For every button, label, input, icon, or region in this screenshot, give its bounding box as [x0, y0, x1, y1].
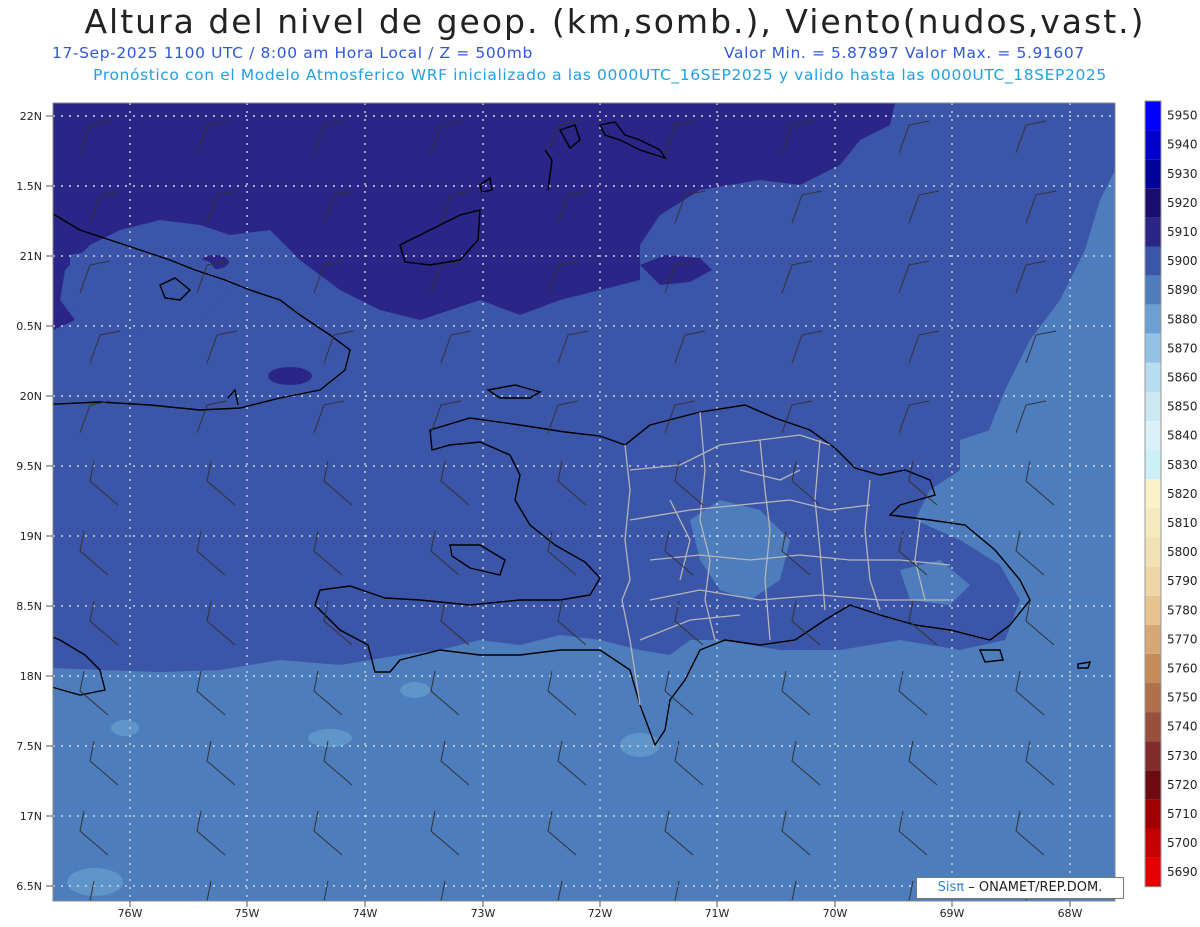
lat-label: 21N — [20, 250, 42, 263]
colorbar-label: 5720 — [1167, 778, 1198, 792]
colorbar-swatch — [1145, 828, 1161, 858]
colorbar-swatch — [1145, 333, 1161, 363]
lon-label: 71W — [705, 907, 730, 920]
colorbar-label: 5710 — [1167, 807, 1198, 821]
lat-label: 7.5N — [16, 740, 42, 753]
colorbar-label: 5880 — [1167, 312, 1198, 326]
colorbar: 5950 5940 5930 5920 5910 5900 5890 5880 5870 5860… — [1144, 100, 1198, 888]
lat-label: 1.5N — [16, 180, 42, 193]
colorbar-swatch — [1145, 566, 1161, 596]
forecast-map: 22N 1.5N 21N 0.5N 20N 9.5N 19N 8.5N 18N 7.5N 17N 6.… — [16, 100, 1198, 920]
colorbar-label: 5840 — [1167, 429, 1198, 443]
colorbar-label: 5750 — [1167, 691, 1198, 705]
lon-label: 72W — [588, 907, 613, 920]
colorbar-swatch — [1145, 188, 1161, 218]
lat-label: 17N — [20, 810, 42, 823]
lon-label: 76W — [118, 907, 143, 920]
colorbar-label: 5860 — [1167, 370, 1198, 384]
sis-logo-text: Sisπ — [937, 880, 965, 895]
longitude-labels: 76W 75W 74W 73W 72W 71W 70W 69W 68W — [118, 901, 1083, 920]
colorbar-swatch — [1145, 159, 1161, 189]
lat-label: 8.5N — [16, 600, 42, 613]
lat-label: 18N — [20, 670, 42, 683]
colorbar-label: 5900 — [1167, 254, 1198, 268]
colorbar-label: 5870 — [1167, 341, 1198, 355]
colorbar-swatch — [1145, 741, 1161, 771]
colorbar-label: 5910 — [1167, 225, 1198, 239]
credit-box: Sisπ – ONAMET/REP.DOM. — [916, 877, 1124, 899]
colorbar-label: 5850 — [1167, 400, 1198, 414]
colorbar-swatch — [1145, 101, 1161, 131]
colorbar-swatch — [1145, 624, 1161, 654]
colorbar-swatch — [1145, 450, 1161, 480]
credit-org: – ONAMET/REP.DOM. — [968, 880, 1103, 895]
lon-label: 69W — [940, 907, 965, 920]
lat-label: 19N — [20, 530, 42, 543]
colorbar-label: 5940 — [1167, 138, 1198, 152]
lat-label: 20N — [20, 390, 42, 403]
colorbar-swatch — [1145, 246, 1161, 276]
lat-label: 9.5N — [16, 460, 42, 473]
colorbar-label: 5780 — [1167, 603, 1198, 617]
colorbar-swatch — [1145, 508, 1161, 538]
colorbar-swatch — [1145, 857, 1161, 887]
lat-label: 6.5N — [16, 880, 42, 893]
lon-label: 75W — [235, 907, 260, 920]
colorbar-swatch — [1145, 537, 1161, 567]
lat-label: 0.5N — [16, 320, 42, 333]
colorbar-swatch — [1145, 392, 1161, 422]
colorbar-swatch — [1145, 799, 1161, 829]
colorbar-label: 5770 — [1167, 632, 1198, 646]
colorbar-swatch — [1145, 362, 1161, 392]
colorbar-label: 5730 — [1167, 749, 1198, 763]
colorbar-swatch — [1145, 770, 1161, 800]
colorbar-swatch — [1145, 217, 1161, 247]
colorbar-label: 5920 — [1167, 196, 1198, 210]
colorbar-label: 5890 — [1167, 283, 1198, 297]
colorbar-label: 5830 — [1167, 458, 1198, 472]
colorbar-swatch — [1145, 275, 1161, 305]
colorbar-label: 5740 — [1167, 720, 1198, 734]
colorbar-label: 5950 — [1167, 109, 1198, 123]
lon-label: 70W — [823, 907, 848, 920]
lon-label: 74W — [353, 907, 378, 920]
colorbar-swatch — [1145, 421, 1161, 451]
colorbar-label: 5800 — [1167, 545, 1198, 559]
colorbar-swatch — [1145, 653, 1161, 683]
colorbar-swatch — [1145, 595, 1161, 625]
lon-label: 73W — [471, 907, 496, 920]
colorbar-label: 5820 — [1167, 487, 1198, 501]
colorbar-swatch — [1145, 712, 1161, 742]
colorbar-label: 5760 — [1167, 661, 1198, 675]
colorbar-swatch — [1145, 130, 1161, 160]
colorbar-label: 5810 — [1167, 516, 1198, 530]
colorbar-swatch — [1145, 479, 1161, 509]
colorbar-label: 5790 — [1167, 574, 1198, 588]
colorbar-label: 5690 — [1167, 865, 1198, 879]
latitude-labels: 22N 1.5N 21N 0.5N 20N 9.5N 19N 8.5N 18N 7.5N 17N 6.… — [16, 110, 53, 893]
lon-label: 68W — [1058, 907, 1083, 920]
colorbar-swatch — [1145, 683, 1161, 713]
colorbar-swatch — [1145, 304, 1161, 334]
colorbar-label: 5930 — [1167, 167, 1198, 181]
colorbar-label: 5700 — [1167, 836, 1198, 850]
lat-label: 22N — [20, 110, 42, 123]
